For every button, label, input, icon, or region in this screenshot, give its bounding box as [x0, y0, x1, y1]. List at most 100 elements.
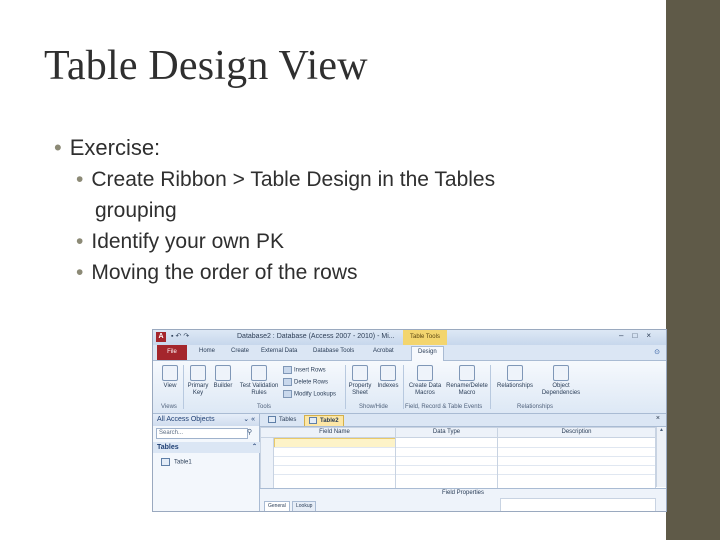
table-tools-context-tab: Table Tools: [403, 330, 447, 345]
search-icon[interactable]: ⚲: [247, 428, 252, 436]
row-selector-column[interactable]: [261, 438, 274, 488]
bullet-list: • Exercise: • Create Ribbon > Table Design…: [54, 132, 654, 288]
nav-section-tables[interactable]: Tables ⌃: [153, 442, 263, 453]
property-tab-general[interactable]: General: [264, 501, 290, 511]
tab-create[interactable]: Create: [231, 348, 249, 354]
view-icon: [162, 365, 178, 381]
data-macros-icon: [417, 365, 433, 381]
doc-tab-table2[interactable]: Table2: [304, 415, 344, 426]
window-title: Database2 : Database (Access 2007 - 2010…: [237, 333, 395, 340]
group-label-relationships: Relationships: [517, 404, 554, 410]
document-area: Tables Table2 × Field Name Data Type Des…: [260, 414, 666, 511]
ribbon: View Primary Key Builder Test Validation…: [153, 361, 666, 414]
delete-rows-button[interactable]: Delete Rows: [283, 378, 328, 386]
property-sheet-icon: [352, 365, 368, 381]
property-help-box: [500, 498, 656, 511]
slide-title: Table Design View: [44, 43, 368, 89]
grid-column-divider: [395, 437, 396, 488]
delete-rows-icon: [283, 378, 292, 386]
doc-tab-tables[interactable]: Tables: [264, 415, 300, 425]
nav-search-input[interactable]: Search...: [156, 428, 248, 439]
bullet-dot: •: [76, 230, 84, 253]
indexes-icon: [380, 365, 396, 381]
grid-header: Field Name Data Type Description: [261, 428, 656, 438]
tab-acrobat[interactable]: Acrobat: [373, 348, 394, 354]
slide-side-bar: [666, 0, 720, 540]
bullet-level2: • Create Ribbon > Table Design in the Tab…: [76, 168, 496, 191]
bullet-level2: • Identify your own PK: [76, 230, 284, 253]
tab-file[interactable]: File: [157, 345, 187, 360]
chevron-up-icon: ⌃: [251, 444, 257, 450]
bullet-dot: •: [76, 261, 84, 284]
window-titlebar: A ▪↶↷ Database2 : Database (Access 2007 …: [153, 330, 666, 345]
quick-access-toolbar: ▪↶↷: [171, 332, 191, 340]
object-dependencies-icon: [553, 365, 569, 381]
design-grid: Field Name Data Type Description: [260, 427, 656, 489]
ribbon-separator: [490, 365, 491, 409]
redo-icon[interactable]: ↷: [183, 333, 191, 340]
bullet-level2-continuation: grouping: [95, 199, 177, 222]
key-icon: [190, 365, 206, 381]
validation-icon: [251, 365, 267, 381]
relationships-button[interactable]: Relationships: [493, 365, 537, 390]
group-label-tools: Tools: [257, 404, 272, 410]
test-validation-rules-button[interactable]: Test Validation Rules: [236, 365, 282, 397]
group-label-show-hide: Show/Hide: [359, 404, 389, 410]
indexes-button[interactable]: Indexes: [375, 365, 401, 390]
nav-item-table1[interactable]: Table1: [161, 458, 192, 466]
builder-icon: [215, 365, 231, 381]
modify-lookups-icon: [283, 390, 292, 398]
table-icon: [161, 458, 170, 466]
tab-external-data[interactable]: External Data: [261, 348, 297, 354]
tab-home[interactable]: Home: [199, 348, 215, 354]
nav-pane-header[interactable]: All Access Objects ⌄ «: [153, 414, 259, 426]
close-icon[interactable]: ×: [656, 415, 660, 422]
property-sheet-button[interactable]: Property Sheet: [347, 365, 373, 397]
grid-row-line: [274, 447, 655, 448]
ribbon-tabs: File Home Create External Data Database …: [153, 345, 666, 361]
insert-rows-icon: [283, 366, 292, 374]
builder-button[interactable]: Builder: [211, 365, 235, 390]
maximize-icon[interactable]: □: [632, 331, 646, 340]
bullet-dot: •: [76, 168, 84, 191]
primary-key-button[interactable]: Primary Key: [186, 365, 210, 397]
help-icon[interactable]: ⊙: [654, 348, 660, 356]
chevron-down-icon[interactable]: ⌄ «: [243, 414, 255, 426]
tab-database-tools[interactable]: Database Tools: [313, 348, 354, 354]
column-field-name: Field Name: [274, 428, 396, 437]
bullet-dot: •: [54, 135, 62, 160]
rename-macro-icon: [459, 365, 475, 381]
grid-row-line: [274, 474, 655, 475]
column-data-type: Data Type: [396, 428, 498, 437]
modify-lookups-button[interactable]: Modify Lookups: [283, 390, 336, 398]
field-properties-pane: Field Properties General Lookup: [260, 488, 666, 511]
tab-design[interactable]: Design: [411, 346, 444, 361]
ribbon-separator: [403, 365, 404, 409]
group-label-views: Views: [161, 404, 177, 410]
grid-column-divider: [497, 437, 498, 488]
ribbon-separator: [183, 365, 184, 409]
table-icon: [268, 415, 276, 423]
bullet-level1: • Exercise:: [54, 135, 161, 160]
table-icon: [309, 416, 317, 424]
column-description: Description: [498, 428, 656, 437]
field-properties-label: Field Properties: [441, 490, 485, 496]
document-tabs: Tables Table2 ×: [260, 414, 666, 427]
close-icon[interactable]: ×: [646, 331, 660, 340]
relationships-icon: [507, 365, 523, 381]
bullet-level2: • Moving the order of the rows: [76, 261, 358, 284]
property-tab-lookup[interactable]: Lookup: [292, 501, 317, 511]
access-screenshot: A ▪↶↷ Database2 : Database (Access 2007 …: [152, 329, 667, 512]
object-dependencies-button[interactable]: Object Dependencies: [539, 365, 583, 397]
grid-row-line: [274, 465, 655, 466]
grid-row-line: [274, 456, 655, 457]
access-app-icon: A: [156, 332, 166, 342]
insert-rows-button[interactable]: Insert Rows: [283, 366, 326, 374]
navigation-pane: All Access Objects ⌄ « Search... ⚲ Tables…: [153, 414, 263, 511]
rename-delete-macro-button[interactable]: Rename/Delete Macro: [445, 365, 489, 397]
vertical-scrollbar[interactable]: ▲: [656, 427, 666, 487]
minimize-icon[interactable]: –: [619, 331, 632, 340]
ribbon-separator: [345, 365, 346, 409]
create-data-macros-button[interactable]: Create Data Macros: [405, 365, 445, 397]
view-button[interactable]: View: [159, 365, 181, 390]
